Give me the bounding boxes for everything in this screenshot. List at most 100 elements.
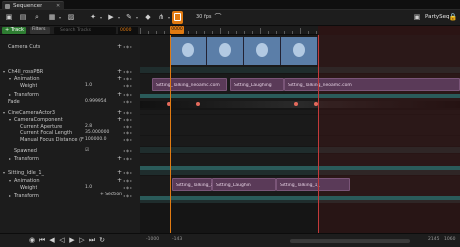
lock-icon[interactable]: 🔒 — [448, 12, 458, 23]
add-button[interactable]: + — [117, 177, 122, 184]
add-button[interactable]: + — [117, 43, 122, 50]
frame-field[interactable]: 0000 — [118, 27, 138, 34]
key-nav-icon[interactable]: ◂◆▸ — [123, 99, 133, 104]
key-nav-icon[interactable]: ◂◆▸ — [123, 69, 133, 74]
camera-lock-button[interactable] — [172, 11, 183, 24]
key-icon[interactable]: ✎ — [124, 12, 138, 23]
key-nav-icon[interactable]: ◂◆▸ — [123, 117, 133, 122]
playhead-badge[interactable]: 0000 — [170, 26, 184, 34]
track-row[interactable]: Weight 1.0 ◂◆▸ — [0, 82, 140, 90]
filters-button[interactable]: Filters — [30, 27, 50, 34]
end-marker[interactable] — [318, 35, 319, 233]
key-nav-icon[interactable]: ◂◆▸ — [123, 137, 133, 142]
view-end[interactable]: 2145 — [428, 237, 439, 242]
animation-section[interactable]: Sitting_Laughing — [230, 78, 284, 91]
add-button[interactable]: + — [117, 116, 122, 123]
add-button[interactable]: + — [117, 68, 122, 75]
close-icon[interactable]: ✕ — [56, 3, 60, 9]
jump-start-icon[interactable]: ⏮ — [38, 236, 46, 245]
track-row[interactable]: Manual Focus Distance (Focus Sett100000.… — [0, 136, 140, 144]
chevron-down-icon[interactable]: ▾ — [3, 110, 5, 115]
step-back-icon[interactable]: ◀ — [48, 236, 56, 245]
keyframe[interactable] — [196, 102, 200, 106]
track-list: Camera Cuts + ◂◆▸ ▾ Ch4ll_rossPBR + ◂◆▸ ▾ Animat… — [0, 35, 140, 233]
track-row[interactable]: ▸ Transform + Section ◂◆▸ — [0, 192, 140, 200]
playback-icon[interactable]: ▶ — [106, 12, 120, 23]
snap-icon[interactable]: ◆ — [143, 12, 153, 23]
transform-bar[interactable] — [140, 94, 460, 98]
playhead[interactable] — [170, 35, 171, 233]
key-nav-icon[interactable]: ◂◆▸ — [123, 130, 133, 135]
animation-section[interactable]: Sitting_Talking_1_ — [276, 178, 350, 191]
track-row[interactable]: Spawned ☑ ◂◆▸ — [0, 147, 140, 155]
track-row[interactable]: ▾ Sitting_Idle_1_ + ◂◆▸ — [0, 169, 140, 177]
add-button[interactable]: + — [117, 75, 122, 82]
tab-sequencer[interactable]: Sequencer ✕ — [2, 1, 64, 10]
view-start[interactable]: -1000 — [146, 237, 159, 242]
chevron-down-icon[interactable]: ▾ — [9, 178, 11, 183]
transform-bar[interactable] — [140, 196, 460, 200]
fps-dropdown[interactable]: 30 fps — [196, 14, 212, 20]
track-row[interactable]: Weight 1.0 ◂◆▸ — [0, 184, 140, 192]
add-button[interactable]: + — [117, 155, 122, 162]
track-row[interactable]: Camera Cuts + ◂◆▸ — [0, 43, 140, 51]
chevron-right-icon[interactable]: ▸ — [9, 193, 11, 198]
key-nav-icon[interactable]: ◂◆▸ — [123, 178, 133, 183]
key-nav-icon[interactable]: ◂◆▸ — [123, 148, 133, 153]
add-track-button[interactable]: + Track — [2, 27, 26, 34]
track-value[interactable]: 1.0 — [85, 185, 92, 190]
key-nav-icon[interactable]: ◂◆▸ — [123, 193, 133, 198]
render-icon[interactable]: ▨ — [66, 12, 76, 23]
current-frame[interactable]: -143 — [172, 237, 182, 242]
play-icon[interactable]: ▶ — [68, 236, 76, 245]
transform-bar[interactable] — [140, 166, 460, 170]
magnet-icon[interactable]: ⋔ — [156, 12, 170, 23]
search-input[interactable]: Search Tracks — [54, 27, 116, 34]
track-row[interactable]: ▸ Transform + ◂◆▸ — [0, 155, 140, 163]
section-label: Sitting_Talking_1_ — [176, 183, 212, 188]
animation-section[interactable]: Sitting_Talking_1_ — [172, 178, 212, 191]
horizontal-scrollbar[interactable] — [290, 239, 410, 243]
animation-section[interactable]: Sitting_Laughin — [212, 178, 276, 191]
chevron-right-icon[interactable]: ▸ — [9, 156, 11, 161]
chevron-down-icon[interactable]: ▾ — [9, 76, 11, 81]
find-icon[interactable]: ⌕ — [32, 12, 42, 23]
chevron-right-icon[interactable]: ▸ — [9, 92, 11, 97]
browse-icon[interactable]: ▤ — [18, 12, 28, 23]
track-row[interactable]: Fade 0.999954 ◂◆▸ — [0, 98, 140, 106]
settings-icon[interactable]: ✦ — [88, 12, 102, 23]
track-value[interactable]: 100000.0 — [85, 137, 106, 142]
key-nav-icon[interactable]: ◂◆▸ — [123, 185, 133, 190]
key-nav-icon[interactable]: ◂◆▸ — [123, 156, 133, 161]
play-reverse-icon[interactable]: ◁ — [58, 236, 66, 245]
track-value[interactable]: 0.999954 — [85, 99, 106, 104]
keyframe[interactable] — [294, 102, 298, 106]
loop-icon[interactable]: ↻ — [98, 236, 106, 245]
key-nav-icon[interactable]: ◂◆▸ — [123, 76, 133, 81]
animation-section[interactable]: Sitting_Talking_neoamc.com — [152, 78, 227, 91]
animation-section[interactable]: Sitting_Talking_neoamc.com — [284, 78, 460, 91]
key-nav-icon[interactable]: ◂◆▸ — [123, 92, 133, 97]
chevron-down-icon[interactable]: ▾ — [3, 69, 5, 74]
chevron-down-icon[interactable]: ▾ — [9, 117, 11, 122]
curve-icon[interactable]: ⌒ — [213, 12, 223, 23]
key-nav-icon[interactable]: ◂◆▸ — [123, 44, 133, 49]
camera-cut-thumbnails[interactable] — [170, 37, 318, 65]
add-button[interactable]: + — [117, 109, 122, 116]
jump-end-icon[interactable]: ⏭ — [88, 236, 96, 245]
film-icon[interactable]: ▦ — [47, 12, 61, 23]
track-value[interactable]: 1.0 — [85, 83, 92, 88]
add-button[interactable]: + Section — [100, 192, 122, 197]
chevron-down-icon[interactable]: ▾ — [3, 170, 5, 175]
record-icon[interactable]: ◉ — [28, 236, 36, 245]
track-value[interactable]: 35.000000 — [85, 130, 109, 135]
range-end[interactable]: 1060 — [444, 237, 455, 242]
add-button[interactable]: + — [117, 169, 122, 176]
key-nav-icon[interactable]: ◂◆▸ — [123, 170, 133, 175]
track-value[interactable]: ☑ — [85, 148, 89, 153]
add-button[interactable]: + — [117, 91, 122, 98]
save-icon[interactable]: ▣ — [4, 12, 14, 23]
key-nav-icon[interactable]: ◂◆▸ — [123, 110, 133, 115]
step-forward-icon[interactable]: ▷ — [78, 236, 86, 245]
key-nav-icon[interactable]: ◂◆▸ — [123, 83, 133, 88]
